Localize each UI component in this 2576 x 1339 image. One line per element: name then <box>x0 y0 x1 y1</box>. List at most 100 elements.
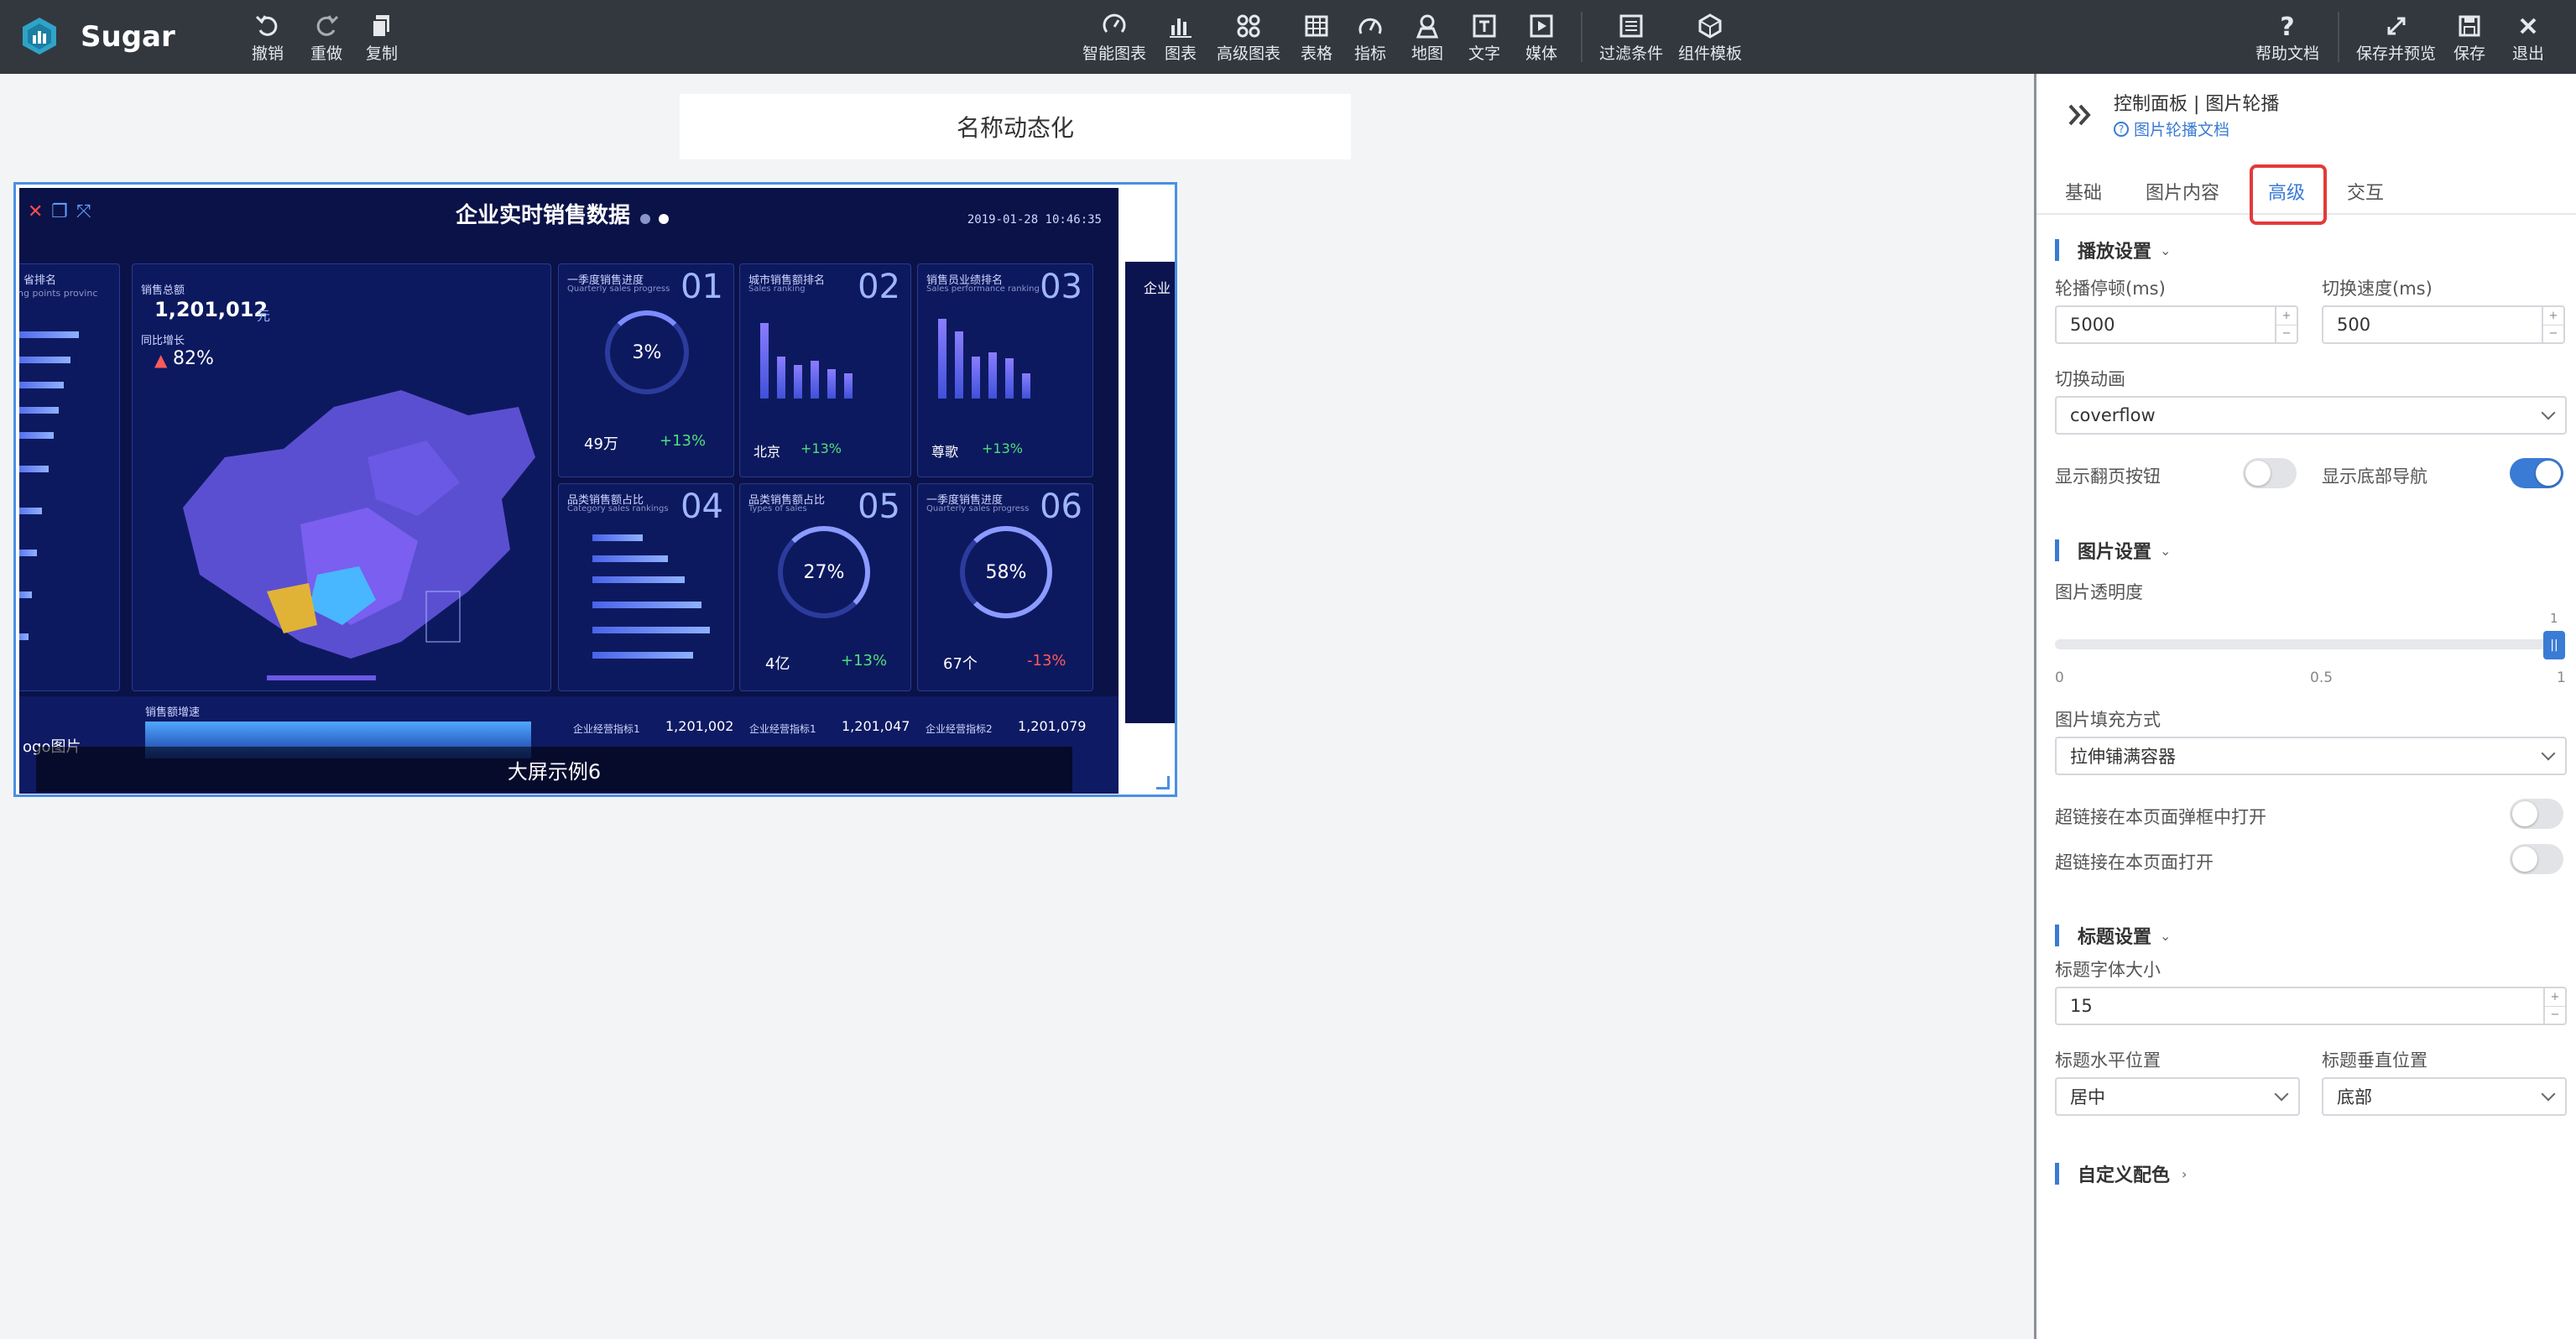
tab-image-content[interactable]: 图片内容 <box>2146 178 2219 205</box>
close-icon <box>2520 18 2537 34</box>
opacity-label: 图片透明度 <box>2055 582 2143 602</box>
image-settings-section[interactable]: 图片设置 ⌄ <box>2055 538 2171 563</box>
kpi-bar-chart <box>760 315 853 399</box>
table-button[interactable]: 表格 <box>1301 12 1332 65</box>
province-ranking-panel: 省排名 ing points provinc <box>19 263 120 691</box>
opacity-slider-track[interactable] <box>2055 639 2558 649</box>
text-label: 文字 <box>1468 44 1501 63</box>
carousel-pagination[interactable] <box>640 211 677 227</box>
metric-button[interactable]: 指标 <box>1354 12 1386 65</box>
app-root: Sugar 撤销 重做 复制 智能图表 图表 高级图表 表格 指标 地图 文字 … <box>0 0 2576 1339</box>
map-pin-icon <box>1416 14 1439 39</box>
rank-bar <box>19 508 42 514</box>
rank-bar <box>19 407 59 414</box>
exit-button[interactable]: 退出 <box>2512 12 2544 65</box>
undo-button[interactable]: 撤销 <box>252 12 284 65</box>
tab-interaction[interactable]: 交互 <box>2347 178 2384 205</box>
pause-input[interactable]: 5000 + − <box>2055 305 2298 344</box>
next-slide-title: 企业 <box>1144 280 1171 296</box>
link-self-toggle[interactable] <box>2510 844 2563 874</box>
title-font-size-stepper[interactable]: + − <box>2543 988 2565 1024</box>
left-panel-sub: ing points provinc <box>19 288 98 299</box>
component-template-button[interactable]: 组件模板 <box>1678 12 1742 65</box>
pause-label: 轮播停顿(ms) <box>2055 279 2166 299</box>
carousel-dot[interactable] <box>640 214 650 224</box>
save-preview-button[interactable]: 保存并预览 <box>2356 12 2436 65</box>
custom-color-section[interactable]: 自定义配色 › <box>2055 1161 2187 1186</box>
title-font-size-input[interactable]: 15 + − <box>2055 987 2567 1025</box>
chevron-right-icon: › <box>2182 1165 2188 1182</box>
anim-select[interactable]: coverflow <box>2055 396 2567 435</box>
link-self-label: 超链接在本页面打开 <box>2055 852 2214 873</box>
metric-1-value: 1,201,002 <box>665 718 734 734</box>
redo-button[interactable]: 重做 <box>310 12 342 65</box>
active-tab-highlight <box>2250 164 2327 225</box>
title-settings-section[interactable]: 标题设置 ⌄ <box>2055 923 2171 948</box>
tab-basic[interactable]: 基础 <box>2065 178 2102 205</box>
save-icon <box>2459 15 2480 37</box>
rank-bar <box>19 382 64 388</box>
filter-button[interactable]: 过滤条件 <box>1599 12 1663 65</box>
category-bar <box>592 555 668 562</box>
chevron-down-icon: ⌄ <box>2160 927 2172 944</box>
title-v-select[interactable]: 底部 <box>2322 1077 2567 1116</box>
carousel-doc-link[interactable]: ? 图片轮播文档 <box>2114 117 2229 140</box>
kpi-panel-05: 品类销售额占比 Types of sales 05 27% 4亿 +13% <box>739 483 911 691</box>
editor-canvas[interactable]: 名称动态化 ✕ ❐ ⤧ 企业实时销售数据 2019-01-28 10:46:35… <box>0 74 2034 1339</box>
smart-chart-button[interactable]: 智能图表 <box>1082 12 1146 65</box>
carousel-dot-active[interactable] <box>659 214 669 224</box>
map-button[interactable]: 地图 <box>1411 12 1443 65</box>
title-font-size-value: 15 <box>2070 996 2093 1016</box>
speed-stepper[interactable]: + − <box>2542 307 2563 342</box>
title-h-value: 居中 <box>2070 1087 2105 1107</box>
widget-copy-icon[interactable]: ❐ <box>51 201 68 222</box>
pause-stepper[interactable]: + − <box>2275 307 2297 342</box>
kpi-number: 04 <box>681 487 723 526</box>
image-carousel-widget[interactable]: ✕ ❐ ⤧ 企业实时销售数据 2019-01-28 10:46:35 省排名 i… <box>13 182 1177 797</box>
total-sales-value: 1,201,012 <box>154 298 269 321</box>
chart-button[interactable]: 图表 <box>1165 12 1197 65</box>
component-template-label: 组件模板 <box>1678 44 1743 63</box>
help-doc-button[interactable]: ? 帮助文档 <box>2255 12 2319 65</box>
widget-fullscreen-icon[interactable]: ⤧ <box>76 201 91 222</box>
pause-value: 5000 <box>2070 315 2115 335</box>
custom-color-title: 自定义配色 <box>2078 1165 2171 1186</box>
chevron-down-icon <box>2541 746 2556 761</box>
advanced-chart-button[interactable]: 高级图表 <box>1217 12 1280 65</box>
play-settings-section[interactable]: 播放设置 ⌄ <box>2055 237 2171 263</box>
rank-bar <box>19 357 70 363</box>
sales-map-panel: 销售总额 1,201,012 元 同比增长 ▲ 82% <box>132 263 551 691</box>
kpi-sub: Category sales rankings <box>567 504 669 513</box>
smart-chart-icon <box>1103 13 1126 33</box>
advanced-chart-icon <box>1237 14 1260 38</box>
text-button[interactable]: 文字 <box>1468 12 1500 65</box>
link-popup-toggle[interactable] <box>2510 799 2563 829</box>
carousel-slide-active[interactable]: ✕ ❐ ⤧ 企业实时销售数据 2019-01-28 10:46:35 省排名 i… <box>19 188 1119 794</box>
media-button[interactable]: 媒体 <box>1525 12 1557 65</box>
opacity-slider-handle[interactable]: || <box>2543 631 2565 659</box>
left-panel-title: 省排名 <box>23 274 57 287</box>
copy-button[interactable]: 复制 <box>366 12 398 65</box>
total-sales-unit: 元 <box>257 308 271 324</box>
fill-mode-select[interactable]: 拉伸铺满容器 <box>2055 737 2567 775</box>
speed-input[interactable]: 500 + − <box>2322 305 2565 344</box>
opacity-tick-min: 0 <box>2055 670 2064 686</box>
show-pager-toggle[interactable] <box>2243 458 2297 488</box>
carousel-slide-next[interactable]: 企业 <box>1125 262 1175 723</box>
title-h-select[interactable]: 居中 <box>2055 1077 2300 1116</box>
resize-handle[interactable] <box>1156 776 1170 789</box>
dynamic-title-widget[interactable]: 名称动态化 <box>680 94 1351 159</box>
save-button[interactable]: 保存 <box>2453 12 2485 65</box>
expand-icon <box>2387 17 2405 35</box>
show-nav-toggle[interactable] <box>2510 458 2563 488</box>
collapse-panel-icon[interactable] <box>2065 99 2097 131</box>
kpi-gauge: 58% <box>960 526 1052 618</box>
kpi-left-value: 尊歌 <box>931 444 959 460</box>
help-doc-label: 帮助文档 <box>2255 44 2320 63</box>
category-bar <box>592 534 643 541</box>
opacity-tick-mid: 0.5 <box>2310 670 2334 686</box>
kpi-gauge: 3% <box>605 310 689 394</box>
widget-delete-icon[interactable]: ✕ <box>28 201 43 222</box>
exit-label: 退出 <box>2512 44 2545 63</box>
kpi-right-value: +13% <box>660 432 707 450</box>
